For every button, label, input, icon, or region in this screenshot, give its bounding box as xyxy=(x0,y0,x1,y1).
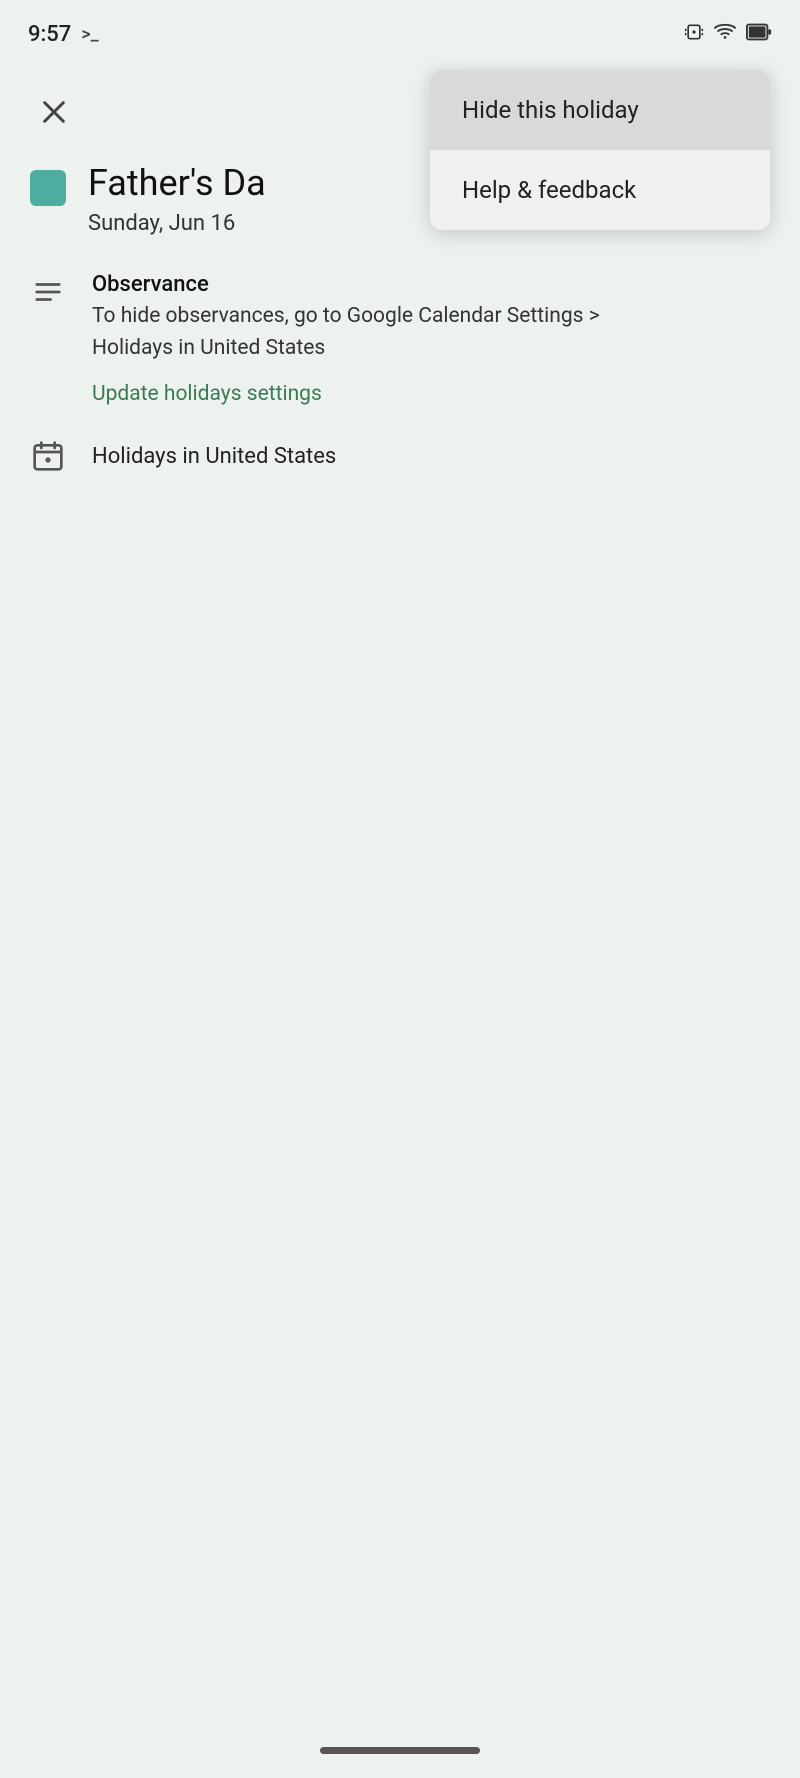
status-time-group: 9:57 >_ xyxy=(28,22,99,47)
calendar-icon xyxy=(30,438,66,474)
observance-text-block: Observance To hide observances, go to Go… xyxy=(92,272,672,406)
event-title-block: Father's Da Sunday, Jun 16 xyxy=(88,162,266,236)
wifi-icon xyxy=(714,21,736,48)
event-color-indicator xyxy=(30,170,66,206)
observance-row: Observance To hide observances, go to Go… xyxy=(30,272,770,406)
close-icon xyxy=(40,98,68,126)
battery-icon xyxy=(746,21,772,48)
close-button[interactable] xyxy=(30,88,78,136)
event-date: Sunday, Jun 16 xyxy=(88,211,266,236)
status-bar: 9:57 >_ xyxy=(0,0,800,60)
observance-description: To hide observances, go to Google Calend… xyxy=(92,301,672,364)
hide-holiday-item[interactable]: Hide this holiday xyxy=(430,70,770,150)
update-holidays-link[interactable]: Update holidays settings xyxy=(92,382,672,406)
vibrate-icon xyxy=(684,21,704,48)
clock-time: 9:57 xyxy=(28,22,71,47)
calendar-name: Holidays in United States xyxy=(92,444,336,469)
calendar-row: Holidays in United States xyxy=(30,438,770,474)
terminal-icon: >_ xyxy=(81,24,98,45)
observance-label: Observance xyxy=(92,272,672,297)
help-feedback-item[interactable]: Help & feedback xyxy=(430,150,770,230)
event-title: Father's Da xyxy=(88,162,266,205)
status-icons-group xyxy=(684,21,772,48)
home-indicator xyxy=(320,1747,480,1754)
observance-icon xyxy=(30,274,66,310)
dropdown-menu: Hide this holiday Help & feedback xyxy=(430,70,770,230)
